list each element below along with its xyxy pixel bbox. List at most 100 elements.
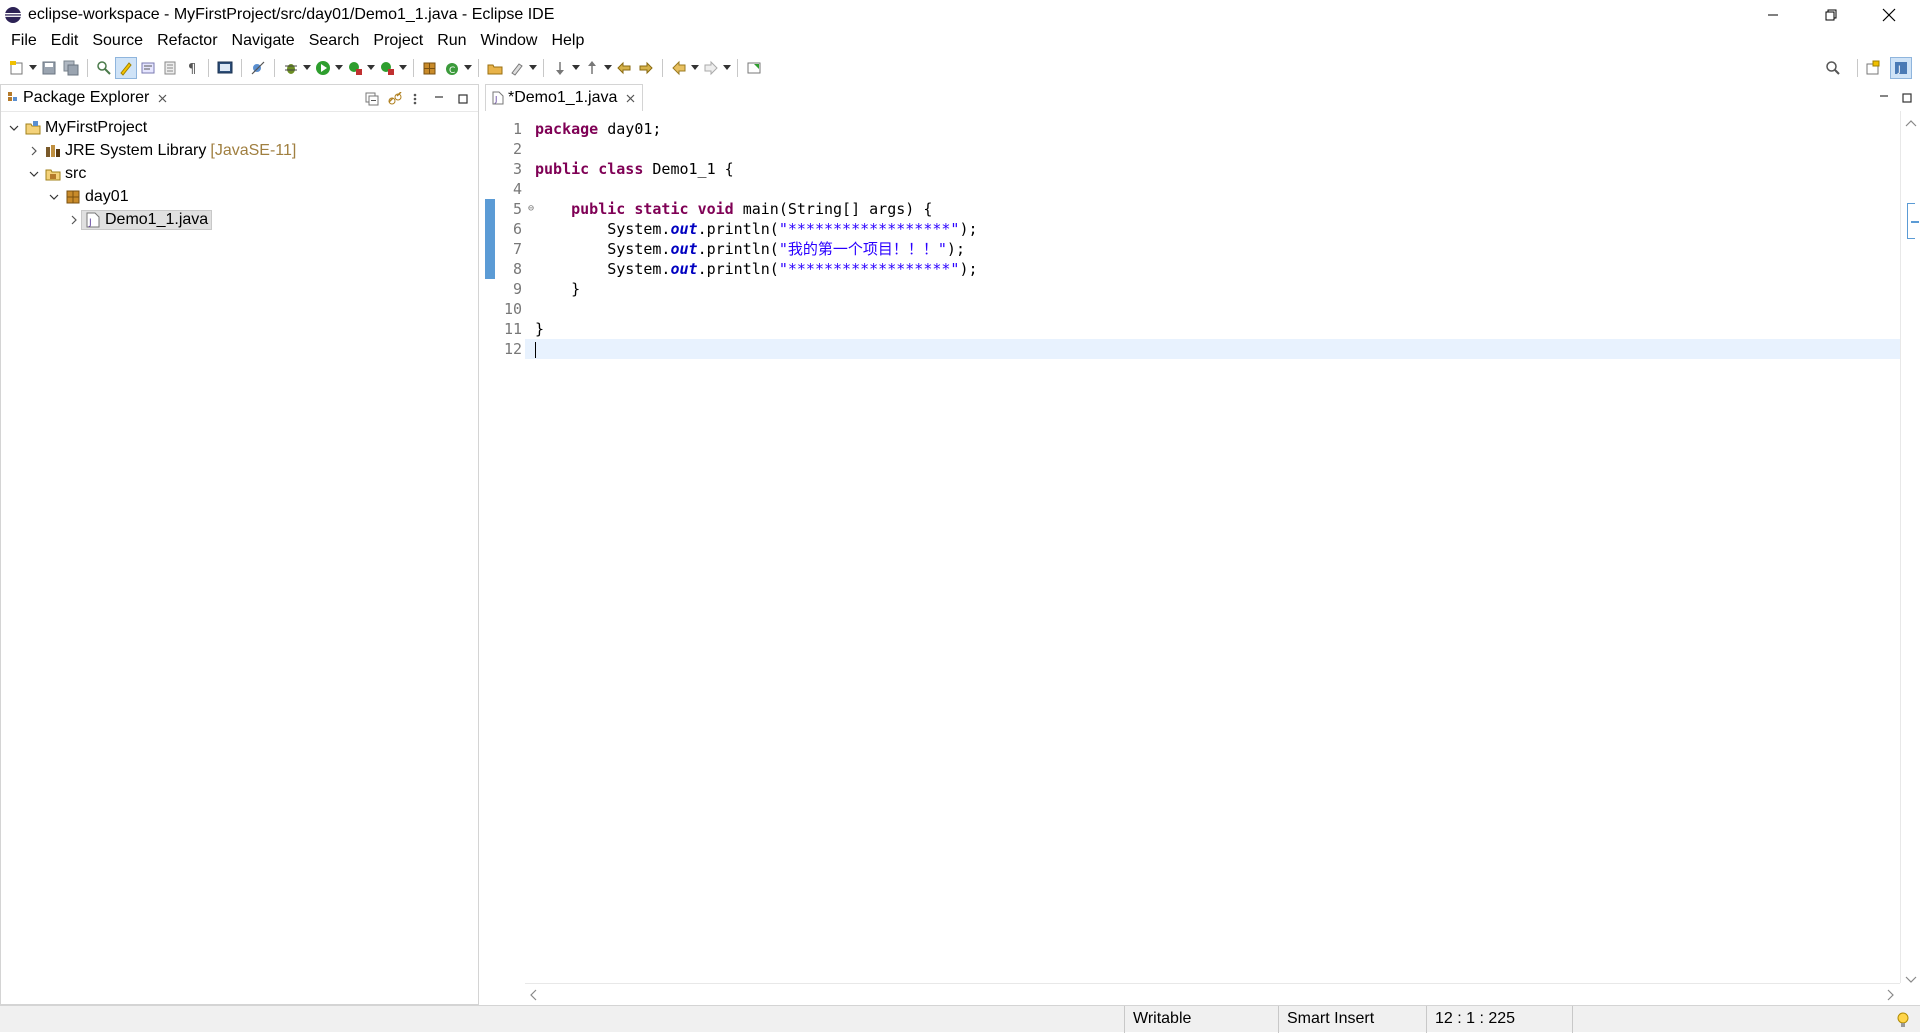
- save-all-button[interactable]: [60, 57, 82, 79]
- code-line[interactable]: [525, 299, 1900, 319]
- pin-editor-button[interactable]: [743, 57, 765, 79]
- chevron-down-icon: [464, 65, 472, 70]
- previous-annotation-button[interactable]: [581, 57, 603, 79]
- restore-button[interactable]: [1802, 0, 1860, 29]
- tree-item-myfirstproject[interactable]: MyFirstProject: [1, 116, 478, 139]
- new-button[interactable]: [6, 57, 28, 79]
- tree-item-day01[interactable]: day01: [1, 185, 478, 208]
- code-line[interactable]: [525, 339, 1900, 359]
- menu-run[interactable]: Run: [430, 29, 473, 53]
- chevron-right-icon[interactable]: [67, 213, 81, 227]
- java-perspective-button[interactable]: J: [1890, 57, 1912, 79]
- code-line[interactable]: System.out.println("我的第一个项目！！！");: [525, 239, 1900, 259]
- scroll-down-icon[interactable]: [1904, 975, 1918, 985]
- link-with-editor-button[interactable]: [387, 85, 403, 112]
- menu-edit[interactable]: Edit: [44, 29, 86, 53]
- close-button[interactable]: [1860, 0, 1918, 29]
- last-edit-icon: [639, 61, 653, 75]
- menu-window[interactable]: Window: [474, 29, 545, 53]
- open-type-dialog-button[interactable]: [484, 57, 506, 79]
- scroll-up-icon[interactable]: [1904, 119, 1918, 129]
- tree-item-jre-system-library[interactable]: JRE System Library [JavaSE-11]: [1, 139, 478, 162]
- menu-project[interactable]: Project: [366, 29, 430, 53]
- code-line[interactable]: [525, 139, 1900, 159]
- new-java-package-button[interactable]: [419, 57, 441, 79]
- previous-annotation-dropdown[interactable]: [603, 57, 613, 79]
- scroll-left-icon[interactable]: [529, 988, 539, 1002]
- external-tools-dropdown[interactable]: [398, 57, 408, 79]
- menu-source[interactable]: Source: [85, 29, 150, 53]
- next-annotation-dropdown[interactable]: [571, 57, 581, 79]
- tab-package-explorer[interactable]: Package Explorer: [1, 85, 176, 112]
- debug-dropdown[interactable]: [302, 57, 312, 79]
- code-line[interactable]: }: [525, 279, 1900, 299]
- menu-help[interactable]: Help: [544, 29, 591, 53]
- debug-button[interactable]: [280, 57, 302, 79]
- code-line[interactable]: System.out.println("******************")…: [525, 219, 1900, 239]
- search-toolbar-button[interactable]: [506, 57, 528, 79]
- search-dropdown[interactable]: [528, 57, 538, 79]
- horizontal-scrollbar[interactable]: [525, 983, 1900, 1005]
- close-icon[interactable]: [157, 93, 168, 104]
- open-type-button[interactable]: [93, 57, 115, 79]
- menu-search[interactable]: Search: [302, 29, 367, 53]
- chevron-down-icon[interactable]: [27, 167, 41, 181]
- menu-navigate[interactable]: Navigate: [225, 29, 302, 53]
- code-area[interactable]: 1 2 3 4 5 ⊖ 6 7 8 9 10 11 12 package day01; public cl…: [485, 111, 1900, 983]
- tree-item-src[interactable]: src: [1, 162, 478, 185]
- last-edit-button[interactable]: [613, 57, 635, 79]
- coverage-button[interactable]: [344, 57, 366, 79]
- toggle-breadcrumb-button[interactable]: [159, 57, 181, 79]
- minimize-editor-button[interactable]: [1878, 84, 1890, 111]
- new-class-dropdown[interactable]: [463, 57, 473, 79]
- code-line[interactable]: public class Demo1_1 {: [525, 159, 1900, 179]
- maximize-editor-button[interactable]: [1901, 84, 1913, 111]
- lightbulb-icon[interactable]: [1896, 1011, 1910, 1029]
- terminal-button[interactable]: [214, 57, 236, 79]
- minimize-view-button[interactable]: [433, 85, 445, 112]
- minimize-button[interactable]: [1744, 0, 1802, 29]
- menu-refactor[interactable]: Refactor: [150, 29, 224, 53]
- menu-file[interactable]: File: [4, 29, 44, 53]
- external-tools-button[interactable]: [376, 57, 398, 79]
- coverage-dropdown[interactable]: [366, 57, 376, 79]
- scroll-right-icon[interactable]: [1885, 988, 1895, 1002]
- vertical-scrollbar[interactable]: [1900, 111, 1920, 983]
- collapse-all-button[interactable]: [365, 85, 379, 112]
- save-button[interactable]: [38, 57, 60, 79]
- next-annotation-button[interactable]: [549, 57, 571, 79]
- view-menu-button[interactable]: [413, 85, 417, 112]
- quick-access-search-button[interactable]: [1822, 57, 1844, 79]
- close-icon[interactable]: [625, 93, 636, 104]
- run-dropdown[interactable]: [334, 57, 344, 79]
- status-insert-mode[interactable]: Smart Insert: [1278, 1006, 1426, 1033]
- tab-demo1-1-java[interactable]: J *Demo1_1.java: [485, 84, 644, 111]
- run-button[interactable]: [312, 57, 334, 79]
- mark-occurrences-icon: [120, 62, 132, 76]
- maximize-view-button[interactable]: [457, 85, 469, 112]
- back-dropdown[interactable]: [690, 57, 700, 79]
- open-perspective-button[interactable]: [1862, 57, 1884, 79]
- chevron-down-icon[interactable]: [7, 121, 21, 135]
- skip-breakpoints-button[interactable]: [247, 57, 269, 79]
- mark-occurrences-button[interactable]: [115, 57, 137, 79]
- status-cursor-position[interactable]: 12 : 1 : 225: [1426, 1006, 1572, 1033]
- code-line[interactable]: [525, 179, 1900, 199]
- new-dropdown[interactable]: [28, 57, 38, 79]
- code-text[interactable]: package day01; public class Demo1_1 { pub…: [525, 119, 1900, 359]
- back-button[interactable]: [668, 57, 690, 79]
- last-edit-forward-button[interactable]: [635, 57, 657, 79]
- chevron-right-icon[interactable]: [27, 144, 41, 158]
- chevron-down-icon[interactable]: [47, 190, 61, 204]
- code-line[interactable]: public static void main(String[] args) {: [525, 199, 1900, 219]
- code-line[interactable]: }: [525, 319, 1900, 339]
- forward-button[interactable]: [700, 57, 722, 79]
- show-whitespace-button[interactable]: ¶: [181, 57, 203, 79]
- block-selection-button[interactable]: [137, 57, 159, 79]
- tree-item-demo1-1-java[interactable]: J Demo1_1.java: [1, 208, 478, 231]
- new-java-class-button[interactable]: C: [441, 57, 463, 79]
- forward-dropdown[interactable]: [722, 57, 732, 79]
- code-line[interactable]: package day01;: [525, 119, 1900, 139]
- code-line[interactable]: System.out.println("******************")…: [525, 259, 1900, 279]
- tree-item-selected[interactable]: J Demo1_1.java: [81, 209, 213, 230]
